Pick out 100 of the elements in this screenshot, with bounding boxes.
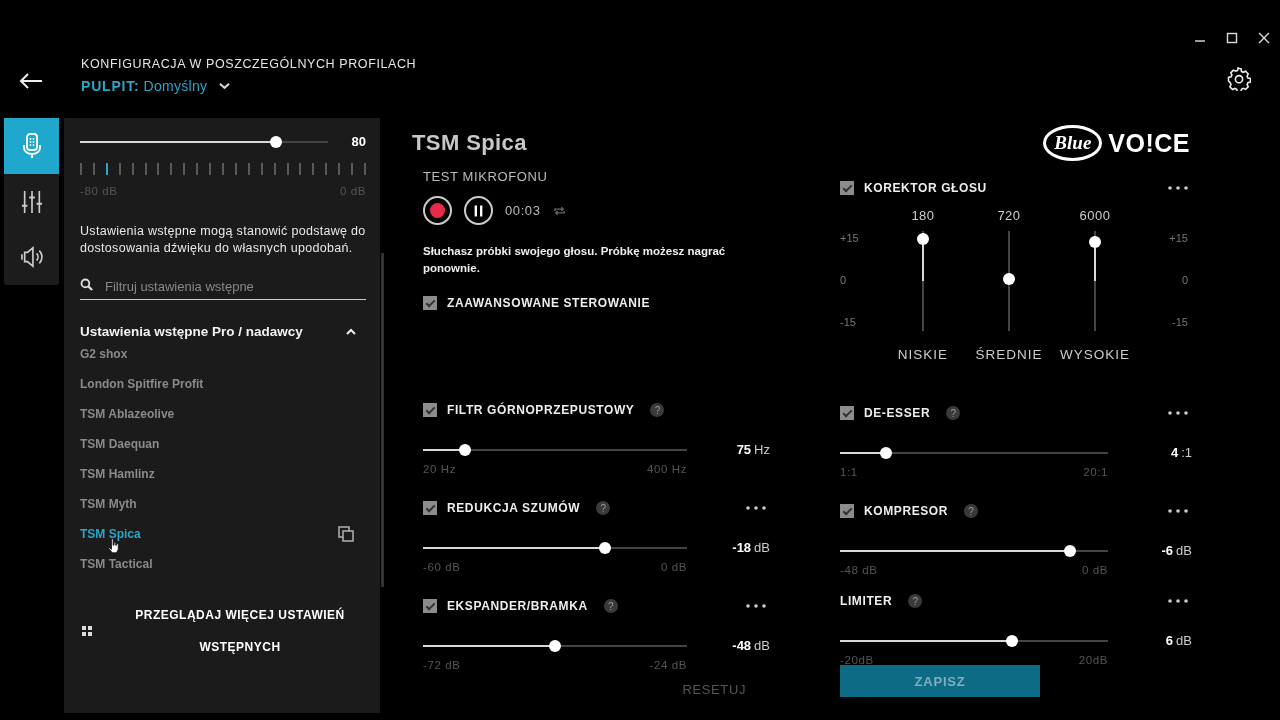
slider-thumb[interactable]: [549, 639, 561, 652]
more-icon[interactable]: [1168, 509, 1188, 513]
slider-thumb[interactable]: [599, 541, 612, 554]
band-label: ŚREDNIE: [975, 347, 1043, 362]
slider-thumb[interactable]: [1005, 634, 1018, 647]
slider-thumb[interactable]: [1064, 544, 1077, 557]
caret-icon[interactable]: [219, 82, 231, 90]
help-icon[interactable]: ?: [908, 594, 923, 608]
save-button[interactable]: ZAPISZ: [840, 665, 1040, 697]
profile-dropdown[interactable]: PULPIT: Domyślny: [81, 78, 417, 94]
browse-presets-button[interactable]: PRZEGLĄDAJ WIĘCEJ USTAWIEŃ WSTĘPNYCH: [80, 599, 366, 663]
range-label: -72 dB: [423, 659, 461, 671]
range-label: -60 dB: [423, 561, 461, 573]
search-icon: [80, 278, 93, 291]
effect-label: DE-ESSER: [864, 406, 931, 420]
checkbox[interactable]: [423, 599, 437, 613]
frequency-label: 6000: [1079, 208, 1111, 223]
unit-label: dB: [1176, 633, 1192, 648]
range-label: 20dB: [1078, 654, 1108, 666]
slider-thumb[interactable]: [1003, 273, 1015, 285]
scale-label: 0: [840, 274, 848, 286]
range-label: 20 Hz: [423, 463, 457, 475]
scale-label: +15: [1169, 232, 1188, 244]
frequency-label: 720: [997, 208, 1021, 223]
preset-item[interactable]: TSM Ablazeolive: [80, 407, 175, 421]
help-icon[interactable]: ?: [596, 501, 611, 515]
grid-icon: [82, 626, 92, 636]
preset-title: TSM Spica: [412, 130, 528, 156]
search-field[interactable]: Filtruj ustawienia wstępne: [80, 279, 366, 300]
range-label: -24 dB: [649, 659, 687, 671]
copy-icon[interactable]: [338, 526, 354, 542]
unit-label: dB: [754, 638, 770, 653]
range-label: 1:1: [840, 466, 858, 478]
record-button[interactable]: [423, 196, 452, 225]
close-icon[interactable]: [1258, 32, 1270, 44]
speaker-icon: [18, 246, 45, 269]
unit-label: :1: [1181, 445, 1192, 460]
checkbox[interactable]: [840, 406, 854, 420]
effect-label: FILTR GÓRNOPRZEPUSTOWY: [447, 403, 635, 417]
logo: Blue VO!CE: [835, 120, 1192, 166]
settings-icon[interactable]: [1227, 67, 1251, 91]
group-title: Ustawienia wstępne Pro / nadawcy: [80, 324, 303, 339]
range-label: 20:1: [1083, 466, 1108, 478]
slider-thumb[interactable]: [879, 446, 892, 459]
scale-label: -15: [840, 316, 857, 328]
more-icon[interactable]: [1168, 186, 1188, 190]
slider-value: 6: [1165, 633, 1174, 648]
range-label: 0 dB: [1081, 564, 1108, 576]
equalizer-icon: [20, 188, 43, 215]
effect-label: REDUKCJA SZUMÓW: [447, 501, 581, 515]
preset-item[interactable]: G2 shox: [80, 347, 128, 361]
maximize-icon[interactable]: [1226, 32, 1238, 44]
unit-label: dB: [1176, 543, 1192, 558]
preset-item[interactable]: TSM Tactical: [80, 557, 153, 571]
level-reading: 80: [350, 134, 366, 149]
help-icon[interactable]: ?: [603, 599, 618, 613]
help-icon[interactable]: ?: [946, 406, 961, 420]
unit-label: dB: [754, 540, 770, 555]
preset-item[interactable]: TSM Daequan: [80, 437, 160, 451]
band-label: WYSOKIE: [1060, 347, 1130, 362]
effect-label: KOMPRESOR: [864, 504, 949, 518]
checkbox[interactable]: [840, 504, 854, 518]
more-icon[interactable]: [746, 604, 766, 608]
pause-button[interactable]: [464, 196, 493, 225]
help-icon[interactable]: ?: [650, 403, 665, 417]
more-icon[interactable]: [746, 506, 766, 510]
slider-thumb[interactable]: [917, 233, 929, 245]
help-icon[interactable]: ?: [964, 504, 979, 518]
page-title: KONFIGURACJA W POSZCZEGÓLNYCH PROFILACH: [81, 57, 417, 71]
effect-label: LIMITER: [840, 594, 893, 608]
slider-value: 4: [1170, 445, 1179, 460]
reset-button[interactable]: RESETUJ: [682, 682, 746, 697]
section-label: TEST MIKROFONU: [423, 169, 549, 184]
slider-value: 75: [736, 442, 752, 457]
slider-value: -18: [732, 540, 752, 555]
repeat-icon[interactable]: [552, 204, 566, 217]
checkbox[interactable]: [423, 403, 437, 417]
slider-thumb[interactable]: [269, 135, 282, 148]
checkbox[interactable]: [423, 296, 437, 310]
range-label: 400 Hz: [646, 463, 687, 475]
range-label: -20dB: [840, 654, 874, 666]
pause-icon: [474, 204, 483, 217]
slider-thumb[interactable]: [459, 443, 472, 456]
preset-item[interactable]: TSM Hamlinz: [80, 467, 155, 481]
preset-item[interactable]: TSM Myth: [80, 497, 137, 511]
collapse-icon[interactable]: [346, 328, 356, 335]
preset-item[interactable]: London Spitfire Profit: [80, 377, 204, 391]
more-icon[interactable]: [1168, 599, 1188, 603]
scale-label: -15: [1172, 316, 1188, 328]
slider-thumb[interactable]: [1089, 236, 1101, 248]
unit-label: Hz: [754, 442, 770, 457]
preset-item[interactable]: TSM Spica: [80, 527, 141, 541]
hint-text: Słuchasz próbki swojego głosu. Próbkę możesz nagrać ponownie.: [423, 244, 727, 276]
checkbox[interactable]: [840, 181, 854, 195]
back-button[interactable]: [19, 72, 43, 90]
scale-label: 0: [1181, 274, 1188, 286]
checkbox[interactable]: [423, 501, 437, 515]
more-icon[interactable]: [1168, 411, 1188, 415]
effect-label: EKSPANDER/BRAMKA: [447, 599, 588, 613]
scale-label: +15: [840, 232, 860, 244]
